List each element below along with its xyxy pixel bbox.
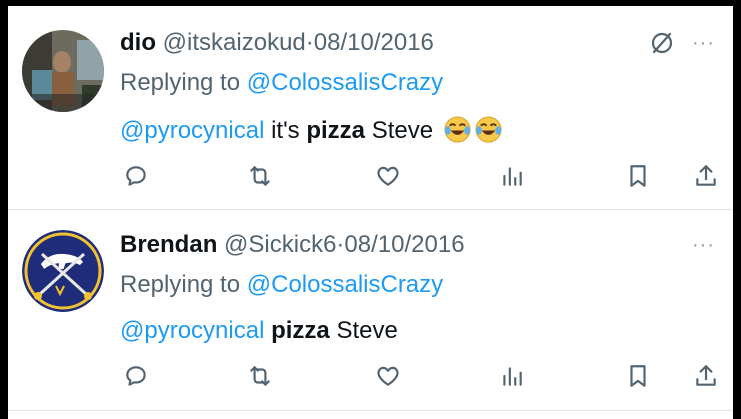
- avatar[interactable]: [22, 230, 104, 312]
- retweet-icon[interactable]: [246, 162, 274, 190]
- timestamp[interactable]: 08/10/2016: [344, 231, 464, 258]
- handle[interactable]: @itskaizokud: [163, 29, 306, 56]
- replying-to: Replying to @ColossalisCrazy: [120, 270, 443, 300]
- share-icon[interactable]: [692, 362, 720, 390]
- laughing-emoji-icon: [444, 116, 471, 143]
- replying-to: Replying to @ColossalisCrazy: [120, 68, 443, 98]
- tweet[interactable]: Brendan @Sickick6·08/10/2016 ··· Replyin…: [8, 210, 733, 411]
- no-entry-icon[interactable]: [649, 30, 675, 56]
- text-before: it's: [264, 117, 307, 144]
- tweet-header: Brendan @Sickick6·08/10/2016: [120, 230, 465, 260]
- replying-to-label: Replying to: [120, 69, 241, 96]
- tweet-text: @pyrocynical pizza Steve: [120, 316, 398, 346]
- handle[interactable]: @Sickick6: [224, 231, 336, 258]
- like-icon[interactable]: [374, 362, 402, 390]
- text-after: Steve: [365, 117, 434, 144]
- tweet[interactable]: dio @itskaizokud·08/10/2016 ··· Replying…: [8, 6, 733, 210]
- tweet-list: dio @itskaizokud·08/10/2016 ··· Replying…: [8, 6, 733, 419]
- mention-link[interactable]: @pyrocynical: [120, 317, 264, 344]
- more-options-button[interactable]: ···: [692, 32, 715, 55]
- text-after: Steve: [329, 317, 398, 344]
- like-icon[interactable]: [374, 162, 402, 190]
- replying-to-label: Replying to: [120, 271, 241, 298]
- retweet-icon[interactable]: [246, 362, 274, 390]
- action-bar: [8, 362, 733, 392]
- reply-to-link[interactable]: @ColossalisCrazy: [247, 69, 443, 96]
- views-icon[interactable]: [498, 362, 526, 390]
- separator: ·: [305, 29, 314, 56]
- display-name[interactable]: Brendan: [120, 231, 217, 258]
- bookmark-icon[interactable]: [624, 162, 652, 190]
- views-icon[interactable]: [498, 162, 526, 190]
- display-name[interactable]: dio: [120, 29, 156, 56]
- tweet-text: @pyrocynical it's pizza Steve 😂😂: [120, 116, 502, 146]
- reply-icon[interactable]: [122, 362, 150, 390]
- avatar[interactable]: [22, 30, 104, 112]
- laughing-emoji-icon: [475, 116, 502, 143]
- bold-word: pizza: [306, 117, 366, 144]
- tweet-header: dio @itskaizokud·08/10/2016: [120, 28, 434, 58]
- reply-to-link[interactable]: @ColossalisCrazy: [247, 271, 443, 298]
- mention-link[interactable]: @pyrocynical: [120, 117, 264, 144]
- reply-icon[interactable]: [122, 162, 150, 190]
- action-bar: [8, 162, 733, 192]
- share-icon[interactable]: [692, 162, 720, 190]
- timestamp[interactable]: 08/10/2016: [314, 29, 434, 56]
- bookmark-icon[interactable]: [624, 362, 652, 390]
- more-options-button[interactable]: ···: [692, 234, 715, 257]
- bold-word: pizza: [271, 317, 330, 344]
